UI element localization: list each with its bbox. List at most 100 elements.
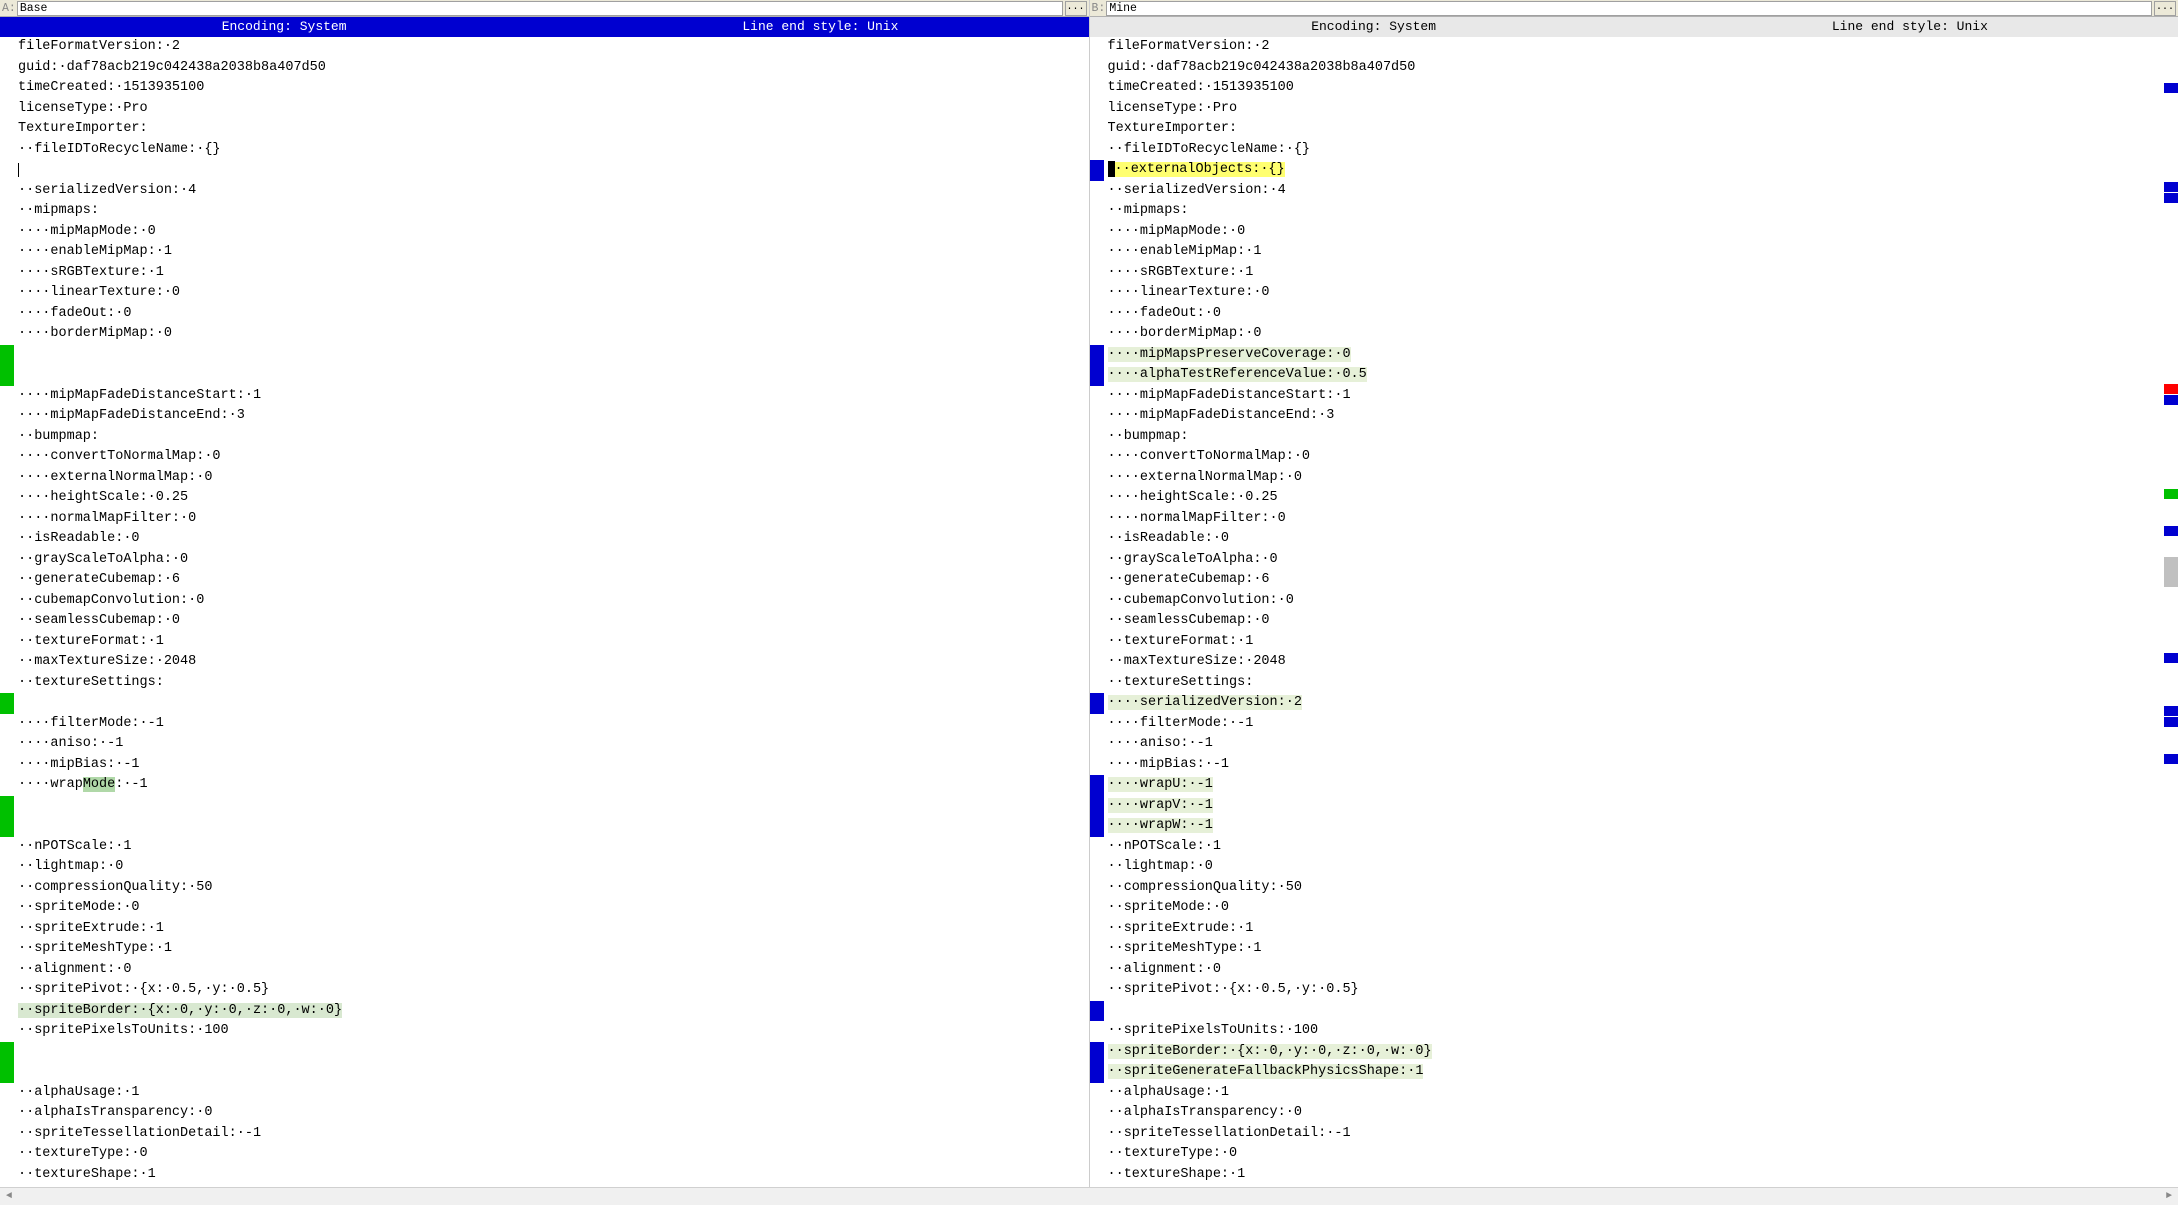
code-line[interactable]: ····aniso:·-1 xyxy=(18,734,1089,755)
right-path-input[interactable]: Mine xyxy=(1106,1,2152,16)
code-line[interactable]: licenseType:·Pro xyxy=(1108,99,2165,120)
code-line[interactable]: ····linearTexture:·0 xyxy=(1108,283,2165,304)
code-line[interactable]: ····mipMapFadeDistanceEnd:·3 xyxy=(1108,406,2165,427)
code-line[interactable]: ··isReadable:·0 xyxy=(1108,529,2165,550)
code-line[interactable]: ····wrapW:·-1 xyxy=(1108,816,2165,837)
right-browse-button[interactable]: ... xyxy=(2154,1,2176,16)
code-line[interactable]: ····convertToNormalMap:·0 xyxy=(18,447,1089,468)
code-line[interactable]: ··textureShape:·1 xyxy=(18,1165,1089,1186)
code-line[interactable]: ··maxTextureSize:·2048 xyxy=(1108,652,2165,673)
code-line[interactable]: ··spriteMeshType:·1 xyxy=(18,939,1089,960)
code-line[interactable] xyxy=(18,365,1089,386)
code-line[interactable]: ··spritePixelsToUnits:·100 xyxy=(18,1021,1089,1042)
code-line[interactable]: ····borderMipMap:·0 xyxy=(1108,324,2165,345)
code-line[interactable]: ··mipmaps: xyxy=(18,201,1089,222)
code-line[interactable]: ··spriteExtrude:·1 xyxy=(1108,919,2165,940)
code-line[interactable]: ··generateCubemap:·6 xyxy=(1108,570,2165,591)
code-line[interactable]: ····normalMapFilter:·0 xyxy=(18,509,1089,530)
code-line[interactable]: ··spriteBorder:·{x:·0,·y:·0,·z:·0,·w:·0} xyxy=(1108,1042,2165,1063)
code-line[interactable]: ··spriteGenerateFallbackPhysicsShape:·1 xyxy=(1108,1062,2165,1083)
code-line[interactable]: ··compressionQuality:·50 xyxy=(1108,878,2165,899)
code-line[interactable]: guid:·daf78acb219c042438a2038b8a407d50 xyxy=(18,58,1089,79)
code-line[interactable]: ····fadeOut:·0 xyxy=(18,304,1089,325)
code-line[interactable] xyxy=(18,693,1089,714)
code-line[interactable]: ····sRGBTexture:·1 xyxy=(1108,263,2165,284)
code-line[interactable]: guid:·daf78acb219c042438a2038b8a407d50 xyxy=(1108,58,2165,79)
code-line[interactable]: ··bumpmap: xyxy=(18,427,1089,448)
code-line[interactable]: ····mipMapMode:·0 xyxy=(1108,222,2165,243)
code-line[interactable]: ··externalObjects:·{} xyxy=(1108,160,2165,181)
code-line[interactable]: ··textureSettings: xyxy=(18,673,1089,694)
code-line[interactable]: ····mipMapsPreserveCoverage:·0 xyxy=(1108,345,2165,366)
code-line[interactable]: ··textureFormat:·1 xyxy=(18,632,1089,653)
code-line[interactable]: ··textureType:·0 xyxy=(18,1144,1089,1165)
code-line[interactable] xyxy=(18,796,1089,817)
minimap-marker[interactable] xyxy=(2164,384,2178,394)
code-line[interactable]: ··spriteMode:·0 xyxy=(1108,898,2165,919)
minimap-marker[interactable] xyxy=(2164,489,2178,499)
right-code[interactable]: fileFormatVersion:·2guid:·daf78acb219c04… xyxy=(1104,37,2165,1205)
code-line[interactable]: ··compressionQuality:·50 xyxy=(18,878,1089,899)
code-line[interactable]: ····fadeOut:·0 xyxy=(1108,304,2165,325)
code-line[interactable]: ··serializedVersion:·4 xyxy=(1108,181,2165,202)
code-line[interactable]: ··alphaUsage:·1 xyxy=(1108,1083,2165,1104)
code-line[interactable]: ····wrapU:·-1 xyxy=(1108,775,2165,796)
code-line[interactable]: ··alignment:·0 xyxy=(18,960,1089,981)
code-line[interactable]: ····heightScale:·0.25 xyxy=(18,488,1089,509)
code-line[interactable]: ··spritePivot:·{x:·0.5,·y:·0.5} xyxy=(1108,980,2165,1001)
left-path-input[interactable]: Base xyxy=(17,1,1063,16)
code-line[interactable]: ····filterMode:·-1 xyxy=(18,714,1089,735)
code-line[interactable]: ··spriteMode:·0 xyxy=(18,898,1089,919)
code-line[interactable]: ··seamlessCubemap:·0 xyxy=(1108,611,2165,632)
left-content[interactable]: fileFormatVersion:·2guid:·daf78acb219c04… xyxy=(0,37,1089,1205)
code-line[interactable]: ··grayScaleToAlpha:·0 xyxy=(18,550,1089,571)
code-line[interactable]: ··bumpmap: xyxy=(1108,427,2165,448)
code-line[interactable]: ··grayScaleToAlpha:·0 xyxy=(1108,550,2165,571)
code-line[interactable]: ··lightmap:·0 xyxy=(18,857,1089,878)
code-line[interactable]: ··spriteExtrude:·1 xyxy=(18,919,1089,940)
code-line[interactable]: ····wrapMode:·-1 xyxy=(18,775,1089,796)
hscroll-right-arrow[interactable]: ► xyxy=(2160,1191,2178,1202)
code-line[interactable]: ····mipBias:·-1 xyxy=(1108,755,2165,776)
code-line[interactable]: ····mipBias:·-1 xyxy=(18,755,1089,776)
code-line[interactable]: ··seamlessCubemap:·0 xyxy=(18,611,1089,632)
code-line[interactable]: ····externalNormalMap:·0 xyxy=(18,468,1089,489)
code-line[interactable]: ··fileIDToRecycleName:·{} xyxy=(1108,140,2165,161)
code-line[interactable]: timeCreated:·1513935100 xyxy=(1108,78,2165,99)
code-line[interactable]: ····wrapV:·-1 xyxy=(1108,796,2165,817)
minimap-marker[interactable] xyxy=(2164,182,2178,192)
code-line[interactable]: ····mipMapMode:·0 xyxy=(18,222,1089,243)
code-line[interactable]: ··spriteTessellationDetail:·-1 xyxy=(1108,1124,2165,1145)
code-line[interactable]: ····borderMipMap:·0 xyxy=(18,324,1089,345)
code-line[interactable] xyxy=(1108,1001,2165,1022)
code-line[interactable] xyxy=(18,816,1089,837)
minimap-marker[interactable] xyxy=(2164,706,2178,716)
code-line[interactable]: ··textureType:·0 xyxy=(1108,1144,2165,1165)
code-line[interactable]: ····aniso:·-1 xyxy=(1108,734,2165,755)
code-line[interactable]: ····externalNormalMap:·0 xyxy=(1108,468,2165,489)
code-line[interactable] xyxy=(18,160,1089,181)
code-line[interactable] xyxy=(18,1062,1089,1083)
right-content[interactable]: fileFormatVersion:·2guid:·daf78acb219c04… xyxy=(1090,37,2178,1205)
code-line[interactable]: ··maxTextureSize:·2048 xyxy=(18,652,1089,673)
code-line[interactable]: ····serializedVersion:·2 xyxy=(1108,693,2165,714)
code-line[interactable]: TextureImporter: xyxy=(18,119,1089,140)
minimap-viewport[interactable] xyxy=(2164,557,2178,587)
code-line[interactable]: ····sRGBTexture:·1 xyxy=(18,263,1089,284)
minimap-marker[interactable] xyxy=(2164,653,2178,663)
code-line[interactable]: ··nPOTScale:·1 xyxy=(1108,837,2165,858)
code-line[interactable] xyxy=(18,1042,1089,1063)
code-line[interactable]: ····enableMipMap:·1 xyxy=(1108,242,2165,263)
code-line[interactable]: ··textureSettings: xyxy=(1108,673,2165,694)
minimap-marker[interactable] xyxy=(2164,193,2178,203)
code-line[interactable]: ··spriteBorder:·{x:·0,·y:·0,·z:·0,·w:·0} xyxy=(18,1001,1089,1022)
code-line[interactable]: ··cubemapConvolution:·0 xyxy=(18,591,1089,612)
code-line[interactable]: timeCreated:·1513935100 xyxy=(18,78,1089,99)
code-line[interactable]: ··fileIDToRecycleName:·{} xyxy=(18,140,1089,161)
code-line[interactable]: fileFormatVersion:·2 xyxy=(1108,37,2165,58)
code-line[interactable]: ····linearTexture:·0 xyxy=(18,283,1089,304)
code-line[interactable]: ··textureFormat:·1 xyxy=(1108,632,2165,653)
code-line[interactable]: ··generateCubemap:·6 xyxy=(18,570,1089,591)
code-line[interactable]: ····normalMapFilter:·0 xyxy=(1108,509,2165,530)
minimap-marker[interactable] xyxy=(2164,717,2178,727)
